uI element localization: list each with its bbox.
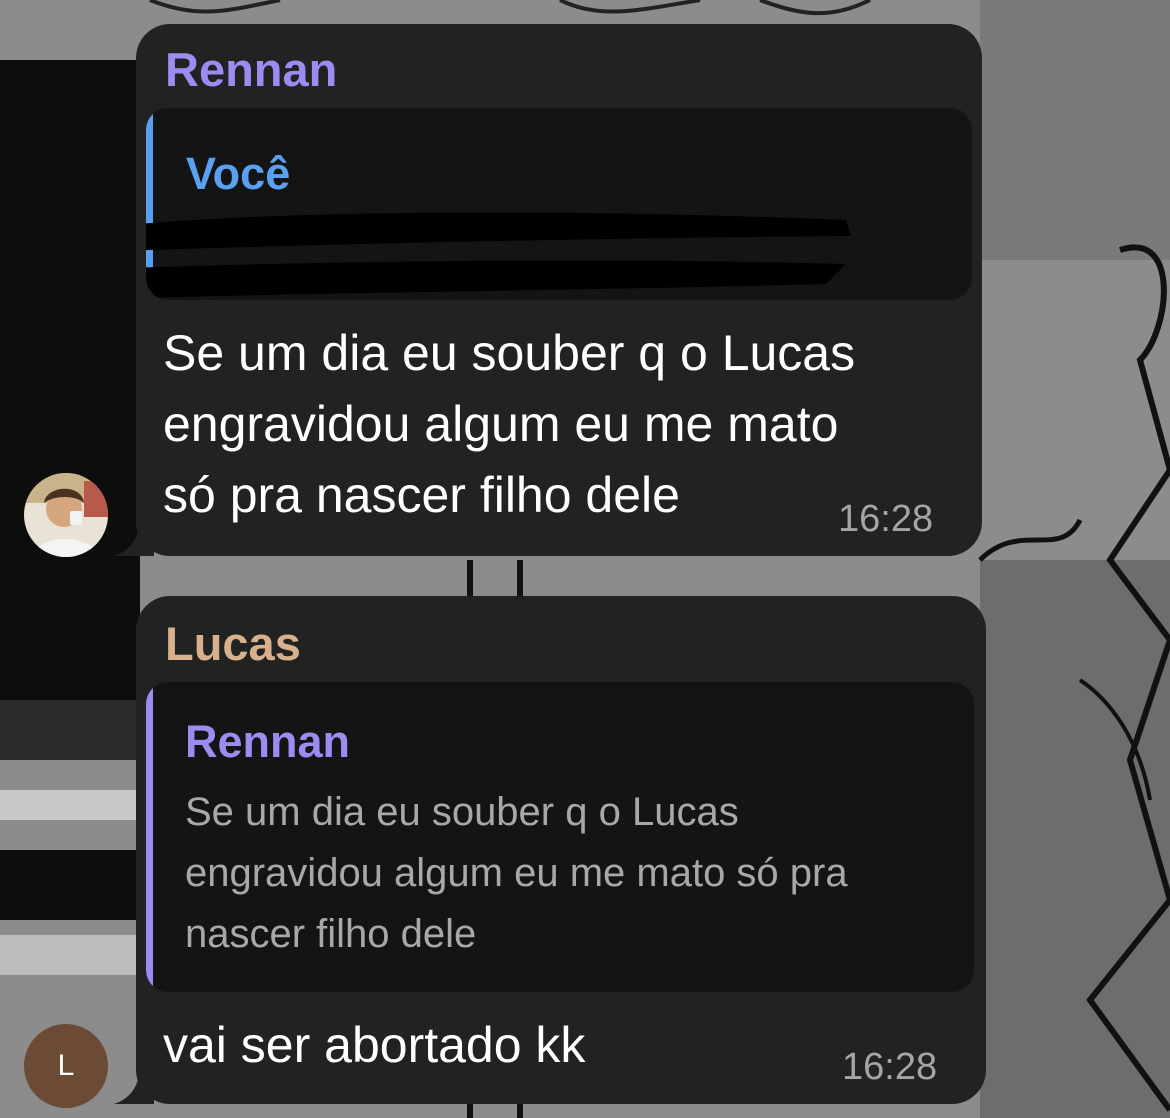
sender-name[interactable]: Rennan: [165, 42, 337, 97]
bubble-tail: [114, 1064, 154, 1104]
redaction-scribble: [146, 212, 851, 298]
bubble-tail: [114, 516, 154, 556]
message-time: 16:28: [842, 1046, 938, 1088]
reply-text: Se um dia eu souber q o Lucas engravidou…: [185, 790, 848, 956]
avatar-initial: L: [57, 1049, 75, 1082]
reply-quote[interactable]: Você: [146, 108, 972, 300]
reply-author: Rennan: [185, 716, 351, 767]
avatar-lucas[interactable]: L: [24, 1024, 108, 1108]
reply-author: Você: [186, 148, 291, 199]
sender-name[interactable]: Lucas: [165, 616, 301, 671]
message-text: vai ser abortado kk: [163, 1017, 586, 1073]
reply-quote[interactable]: Rennan Se um dia eu souber q o Lucas eng…: [146, 682, 974, 992]
avatar-rennan[interactable]: [24, 473, 108, 557]
message-time: 16:28: [838, 498, 934, 540]
user-photo-icon: [24, 473, 108, 557]
reply-quote-bar: [146, 682, 153, 992]
